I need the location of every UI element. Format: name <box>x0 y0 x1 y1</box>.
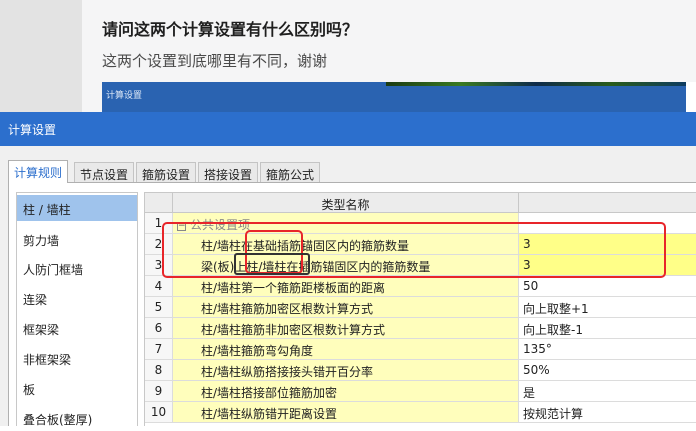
setting-name: 柱/墙柱箍筋非加密区根数计算方式 <box>173 318 519 339</box>
setting-value[interactable]: 是 <box>519 381 696 402</box>
setting-name: 柱/墙柱搭接部位箍筋加密 <box>173 381 519 402</box>
row-number: 7 <box>145 339 173 360</box>
sidebar-item-coupling-beam[interactable]: 连梁 <box>17 285 137 311</box>
setting-name: 柱/墙柱箍筋加密区根数计算方式 <box>173 297 519 318</box>
screenshot-thumbnail[interactable]: 计算设置 <box>102 82 696 112</box>
setting-name: 柱/墙柱箍筋弯勾角度 <box>173 339 519 360</box>
table-row[interactable]: 7 柱/墙柱箍筋弯勾角度 135° <box>145 339 696 360</box>
tab-node-settings[interactable]: 节点设置 <box>74 162 135 182</box>
table-row[interactable]: 10 柱/墙柱纵筋错开距离设置 按规范计算 <box>145 402 696 423</box>
background-panel <box>0 0 82 112</box>
tab-lap-settings[interactable]: 搭接设置 <box>198 162 259 182</box>
dialog-title: 计算设置 <box>8 123 57 137</box>
thumbnail-edge <box>686 82 696 112</box>
table-row[interactable]: 8 柱/墙柱纵筋搭接接头错开百分率 50% <box>145 360 696 381</box>
table-row[interactable]: 6 柱/墙柱箍筋非加密区根数计算方式 向上取整-1 <box>145 318 696 339</box>
tab-calc-rules[interactable]: 计算规则 <box>8 160 69 183</box>
row-number: 10 <box>145 402 173 423</box>
row-number: 4 <box>145 276 173 297</box>
question-description: 这两个设置到底哪里有不同，谢谢 <box>102 52 328 70</box>
setting-value[interactable]: 50 <box>519 276 696 297</box>
sidebar-item-slab[interactable]: 板 <box>17 375 137 401</box>
settings-dialog: 计算规则 节点设置 箍筋设置 搭接设置 箍筋公式 柱 / 墙柱 剪力墙 人防门框… <box>0 146 696 427</box>
sidebar-item-non-frame-beam[interactable]: 非框架梁 <box>17 345 137 371</box>
row-number: 5 <box>145 297 173 318</box>
setting-value[interactable]: 向上取整+1 <box>519 297 696 318</box>
sidebar-item-civil-defense-door-wall[interactable]: 人防门框墙 <box>17 255 137 281</box>
sidebar-item-frame-beam[interactable]: 框架梁 <box>17 315 137 341</box>
table-row[interactable]: 5 柱/墙柱箍筋加密区根数计算方式 向上取整+1 <box>145 297 696 318</box>
sidebar-item-shear-wall[interactable]: 剪力墙 <box>17 226 137 252</box>
dialog-titlebar[interactable]: 计算设置 <box>0 112 696 146</box>
question-area: 请问这两个计算设置有什么区别吗？ 这两个设置到底哪里有不同，谢谢 计算设置 <box>82 0 696 112</box>
setting-value[interactable]: 按规范计算 <box>519 402 696 423</box>
tab-stirrup-formula[interactable]: 箍筋公式 <box>260 162 321 182</box>
table-row[interactable]: 4 柱/墙柱第一个箍筋距楼板面的距离 50 <box>145 276 696 297</box>
header-value <box>519 193 696 213</box>
setting-value[interactable]: 50% <box>519 360 696 381</box>
sidebar-item-column[interactable]: 柱 / 墙柱 <box>17 195 137 221</box>
setting-value[interactable]: 135° <box>519 339 696 360</box>
header-type-name: 类型名称 <box>173 193 519 213</box>
thumbnail-title: 计算设置 <box>106 91 143 101</box>
row-number: 8 <box>145 360 173 381</box>
row-number: 6 <box>145 318 173 339</box>
setting-name: 柱/墙柱纵筋错开距离设置 <box>173 402 519 423</box>
sidebar-item-composite-slab[interactable]: 叠合板(整厚) <box>17 405 137 431</box>
setting-name: 柱/墙柱第一个箍筋距楼板面的距离 <box>173 276 519 297</box>
table-row[interactable]: 9 柱/墙柱搭接部位箍筋加密 是 <box>145 381 696 402</box>
thumbnail-graphics <box>386 82 686 86</box>
setting-name: 柱/墙柱纵筋搭接接头错开百分率 <box>173 360 519 381</box>
component-list: 柱 / 墙柱 剪力墙 人防门框墙 连梁 框架梁 非框架梁 板 叠合板(整厚) <box>16 192 138 427</box>
setting-value[interactable]: 向上取整-1 <box>519 318 696 339</box>
annotation-dark-box <box>234 253 310 275</box>
header-num <box>145 193 173 213</box>
tab-stirrup-settings[interactable]: 箍筋设置 <box>136 162 197 182</box>
row-number: 9 <box>145 381 173 402</box>
question-title: 请问这两个计算设置有什么区别吗？ <box>102 20 359 39</box>
